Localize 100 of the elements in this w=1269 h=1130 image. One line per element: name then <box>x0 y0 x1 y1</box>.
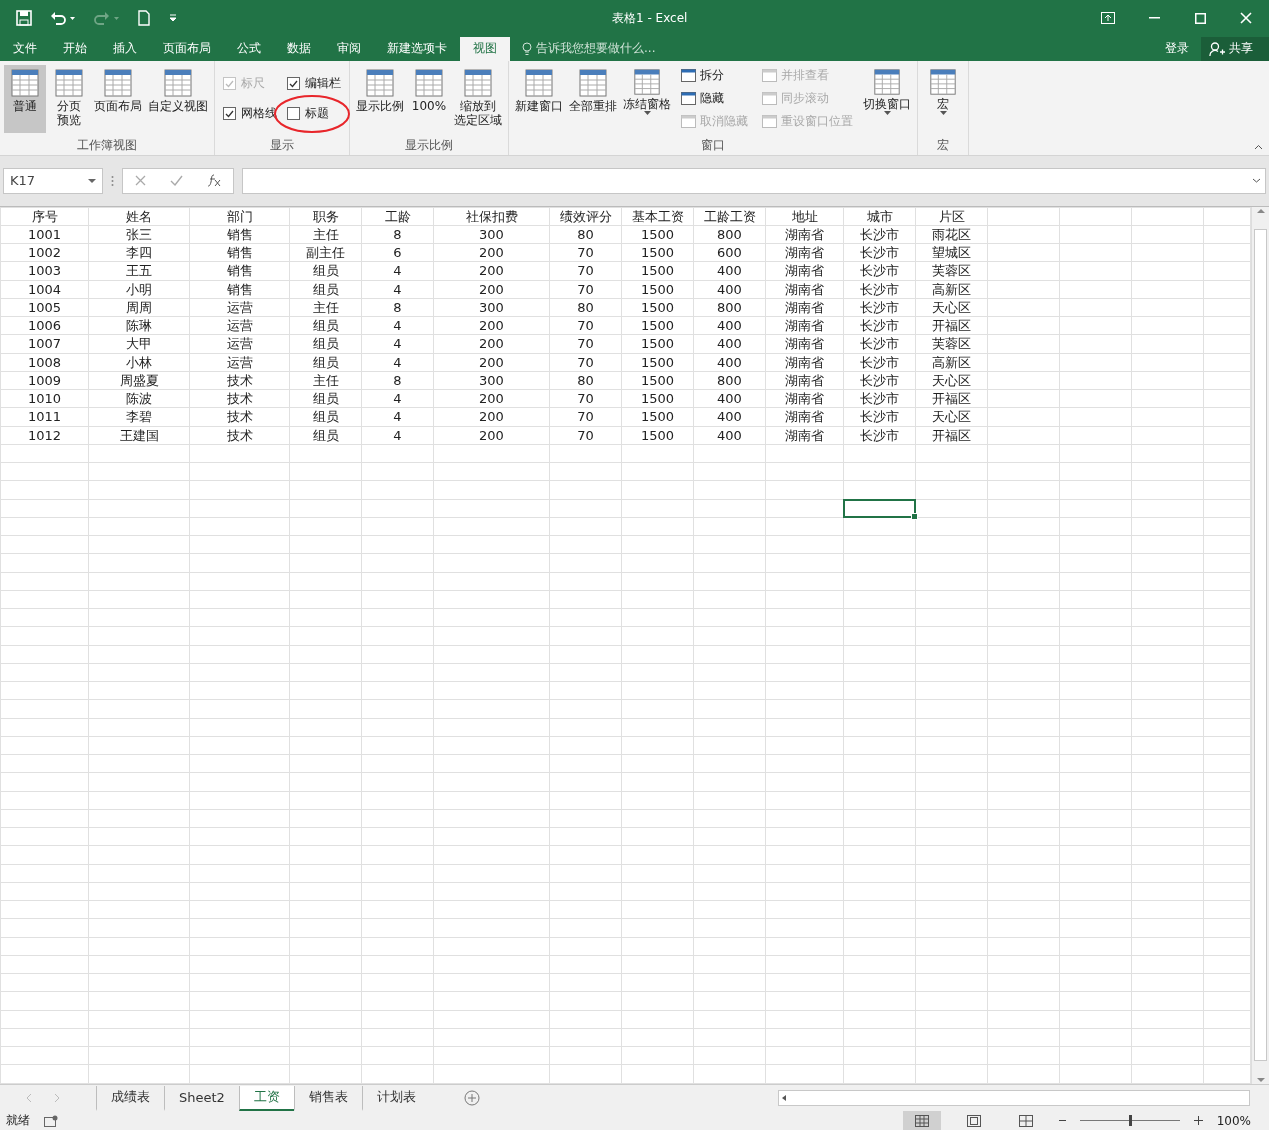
tell-me-field[interactable]: 告诉我您想要做什么... <box>536 40 656 58</box>
user-add-icon <box>1209 41 1225 56</box>
minimize-icon[interactable] <box>1148 17 1160 19</box>
ribbon-tab[interactable]: 视图 <box>460 36 510 61</box>
ribbon-tab[interactable]: 新建选项卡 <box>374 36 460 61</box>
undo-icon[interactable] <box>50 11 76 25</box>
new-file-icon[interactable] <box>138 10 150 26</box>
sheet-tab[interactable]: 成绩表 <box>96 1085 164 1111</box>
table-cell: 400 <box>717 317 742 335</box>
table-cell: 1500 <box>640 371 675 389</box>
table-cell: 1010 <box>27 390 62 408</box>
sheet-icon <box>462 66 494 99</box>
table-cell: 主任 <box>312 371 339 389</box>
save-icon[interactable] <box>16 10 32 26</box>
vertical-scrollbar[interactable] <box>1251 206 1269 1085</box>
table-cell: 长沙市 <box>860 317 899 335</box>
table-cell: 工龄工资 <box>703 207 756 225</box>
function-icon[interactable] <box>207 174 221 188</box>
sheet-icon <box>577 66 609 99</box>
sheet-tab[interactable]: Sheet2 <box>164 1085 239 1111</box>
ribbon-tab[interactable]: 开始 <box>50 36 100 61</box>
table-cell: 城市 <box>866 207 893 225</box>
zoom-in-icon[interactable] <box>1193 1116 1203 1125</box>
table-cell: 1500 <box>640 317 675 335</box>
ribbon-button[interactable]: 隐藏 <box>681 89 748 108</box>
table-cell: 1500 <box>640 408 675 426</box>
ribbon-button[interactable]: 页面布局 <box>92 64 144 133</box>
ribbon-tab[interactable]: 数据 <box>274 36 324 61</box>
ribbon-display-icon[interactable] <box>1101 12 1115 24</box>
sheet-icon <box>9 66 41 99</box>
view-button[interactable] <box>902 1111 941 1130</box>
ribbon-button[interactable]: 宏 <box>922 64 964 133</box>
table-cell: 1500 <box>640 262 675 280</box>
table-cell: 望城区 <box>932 244 971 262</box>
ribbon-button[interactable]: 切换窗口 <box>861 64 913 133</box>
ribbon-button[interactable]: 新建窗口 <box>513 64 565 133</box>
table-cell: 社保扣费 <box>465 207 518 225</box>
check-icon[interactable] <box>170 175 183 187</box>
sheet-icon <box>53 66 85 99</box>
ribbon-tab[interactable]: 公式 <box>224 36 274 61</box>
table-cell: 大甲 <box>126 335 152 353</box>
grid-icon <box>914 1114 929 1127</box>
zoom-level[interactable]: 100% <box>1216 1113 1251 1128</box>
sheet-tab[interactable]: 销售表 <box>293 1085 362 1111</box>
table-cell: 工龄 <box>384 207 411 225</box>
share-button[interactable]: 共享 <box>1201 36 1269 61</box>
table-cell: 400 <box>717 280 742 298</box>
table-cell: 湖南省 <box>785 244 824 262</box>
close-icon[interactable] <box>1240 12 1252 24</box>
ribbon-button[interactable]: 冻结窗格 <box>621 64 673 133</box>
horizontal-scrollbar[interactable] <box>778 1090 1250 1107</box>
table-cell: 高新区 <box>932 280 971 298</box>
table-cell: 组员 <box>312 390 339 408</box>
table-cell: 200 <box>479 317 504 335</box>
macro-record-icon[interactable] <box>44 1114 58 1127</box>
ribbon-tab[interactable]: 审阅 <box>324 36 374 61</box>
table-cell: 600 <box>717 244 742 262</box>
ribbon-button[interactable]: 缩放到选定区域 <box>452 64 504 133</box>
sheet-tab[interactable]: 工资 <box>238 1085 294 1111</box>
ribbon-button[interactable]: 自定义视图 <box>146 64 210 133</box>
formula-input[interactable] <box>242 167 1266 194</box>
table-cell: 陈波 <box>126 390 152 408</box>
table-cell: 销售 <box>226 280 253 298</box>
ribbon-tab[interactable]: 插入 <box>100 36 150 61</box>
ribbon-tab[interactable]: 页面布局 <box>150 36 224 61</box>
ribbon-button[interactable]: 拆分 <box>681 66 748 85</box>
ribbon-button[interactable]: 普通 <box>4 64 46 133</box>
table-cell: 1005 <box>27 298 62 316</box>
table-cell: 技术 <box>226 390 253 408</box>
ribbon-tab[interactable]: 文件 <box>0 36 50 61</box>
sign-in-link[interactable]: 登录 <box>1153 36 1201 61</box>
table-cell: 70 <box>577 353 594 371</box>
group-label: 显示 <box>269 136 295 154</box>
table-cell: 长沙市 <box>860 426 899 444</box>
ribbon-button[interactable]: 全部重排 <box>567 64 619 133</box>
table-cell: 200 <box>479 408 504 426</box>
table-cell: 1009 <box>27 371 62 389</box>
add-sheet-icon[interactable] <box>463 1090 480 1107</box>
zoom-out-icon[interactable] <box>1058 1117 1066 1124</box>
table-cell: 80 <box>577 371 594 389</box>
table-cell: 运营 <box>226 298 253 316</box>
checkbox[interactable]: 编辑栏 <box>287 75 341 93</box>
table-cell: 1011 <box>27 408 62 426</box>
table-cell: 80 <box>577 225 594 243</box>
maximize-icon[interactable] <box>1194 12 1206 24</box>
ribbon-button[interactable]: 显示比例 <box>354 64 406 133</box>
table-cell: 技术 <box>226 371 253 389</box>
table-cell: 湖南省 <box>785 317 824 335</box>
table-cell: 长沙市 <box>860 244 899 262</box>
table-cell: 销售 <box>226 262 253 280</box>
ribbon-button[interactable]: 100% <box>408 64 450 133</box>
name-box[interactable]: K17 <box>3 167 103 194</box>
sheet-tab[interactable]: 计划表 <box>361 1085 430 1111</box>
ribbon-button[interactable]: 分页预览 <box>48 64 90 133</box>
expand-icon <box>1252 178 1261 184</box>
table-cell: 湖南省 <box>785 390 824 408</box>
page-icon <box>966 1114 981 1127</box>
table-cell: 1001 <box>27 225 62 243</box>
table-cell: 高新区 <box>932 353 971 371</box>
customize-icon[interactable] <box>168 14 178 22</box>
